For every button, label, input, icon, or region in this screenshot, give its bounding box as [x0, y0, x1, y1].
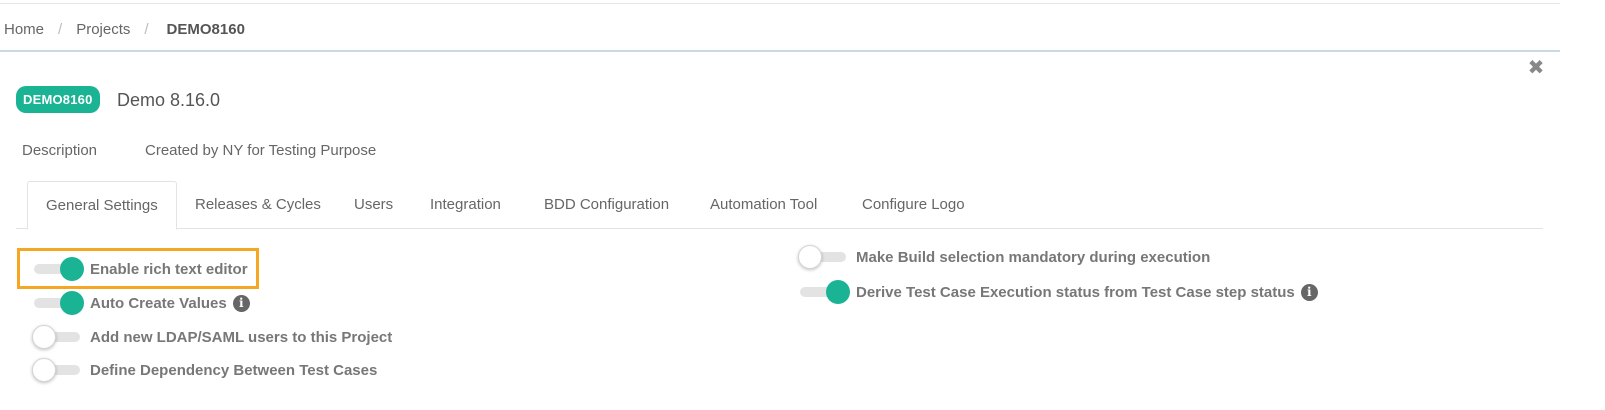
- breadcrumb-current: DEMO8160: [166, 20, 245, 38]
- toggle-knob: [826, 280, 850, 304]
- setting-label: Define Dependency Between Test Cases: [90, 361, 378, 379]
- info-icon[interactable]: i: [232, 294, 250, 312]
- tab-bdd-configuration[interactable]: BDD Configuration: [544, 181, 669, 229]
- setting-derive-execution-status: Derive Test Case Execution status from T…: [798, 280, 1318, 304]
- tab-general-settings[interactable]: General Settings: [27, 181, 177, 230]
- setting-label: Add new LDAP/SAML users to this Project: [90, 328, 393, 346]
- setting-auto-create-values: Auto Create Values i: [32, 291, 250, 315]
- close-icon[interactable]: ✖: [1527, 58, 1545, 78]
- tab-configure-logo[interactable]: Configure Logo: [862, 181, 965, 229]
- info-icon[interactable]: i: [1300, 283, 1318, 301]
- tab-integration[interactable]: Integration: [430, 181, 501, 229]
- toggle-knob: [32, 358, 56, 382]
- highlight-frame: [17, 248, 259, 289]
- breadcrumb-projects-link[interactable]: Projects: [76, 21, 130, 38]
- setting-label: Derive Test Case Execution status from T…: [856, 283, 1295, 301]
- tab-releases-cycles[interactable]: Releases & Cycles: [195, 181, 321, 229]
- toggle-knob: [32, 325, 56, 349]
- top-border: [0, 3, 1560, 4]
- build-selection-toggle[interactable]: [798, 245, 846, 269]
- tab-automation-tool[interactable]: Automation Tool: [710, 181, 817, 229]
- toggle-knob: [798, 245, 822, 269]
- breadcrumb-home-link[interactable]: Home: [4, 21, 44, 38]
- breadcrumb-separator: /: [58, 20, 63, 38]
- breadcrumb-separator: /: [144, 20, 149, 38]
- breadcrumb: Home / Projects / DEMO8160: [4, 18, 245, 40]
- define-dependency-toggle[interactable]: [32, 358, 80, 382]
- project-key-badge: DEMO8160: [16, 86, 100, 113]
- setting-build-selection-mandatory: Make Build selection mandatory during ex…: [798, 245, 1210, 269]
- tab-users[interactable]: Users: [354, 181, 393, 229]
- header-divider: [0, 50, 1560, 52]
- ldap-saml-users-toggle[interactable]: [32, 325, 80, 349]
- auto-create-values-toggle[interactable]: [32, 291, 84, 315]
- setting-label: Make Build selection mandatory during ex…: [856, 248, 1211, 266]
- toggle-knob: [60, 291, 84, 315]
- description-label: Description: [22, 142, 98, 159]
- setting-label: Auto Create Values: [90, 294, 227, 312]
- derive-status-toggle[interactable]: [798, 280, 850, 304]
- setting-define-dependency: Define Dependency Between Test Cases: [32, 358, 377, 382]
- settings-tabs: General Settings Releases & Cycles Users…: [16, 181, 1543, 230]
- setting-add-ldap-saml-users: Add new LDAP/SAML users to this Project: [32, 325, 392, 349]
- project-name: Demo 8.16.0: [117, 90, 221, 110]
- description-value: Created by NY for Testing Purpose: [145, 142, 377, 159]
